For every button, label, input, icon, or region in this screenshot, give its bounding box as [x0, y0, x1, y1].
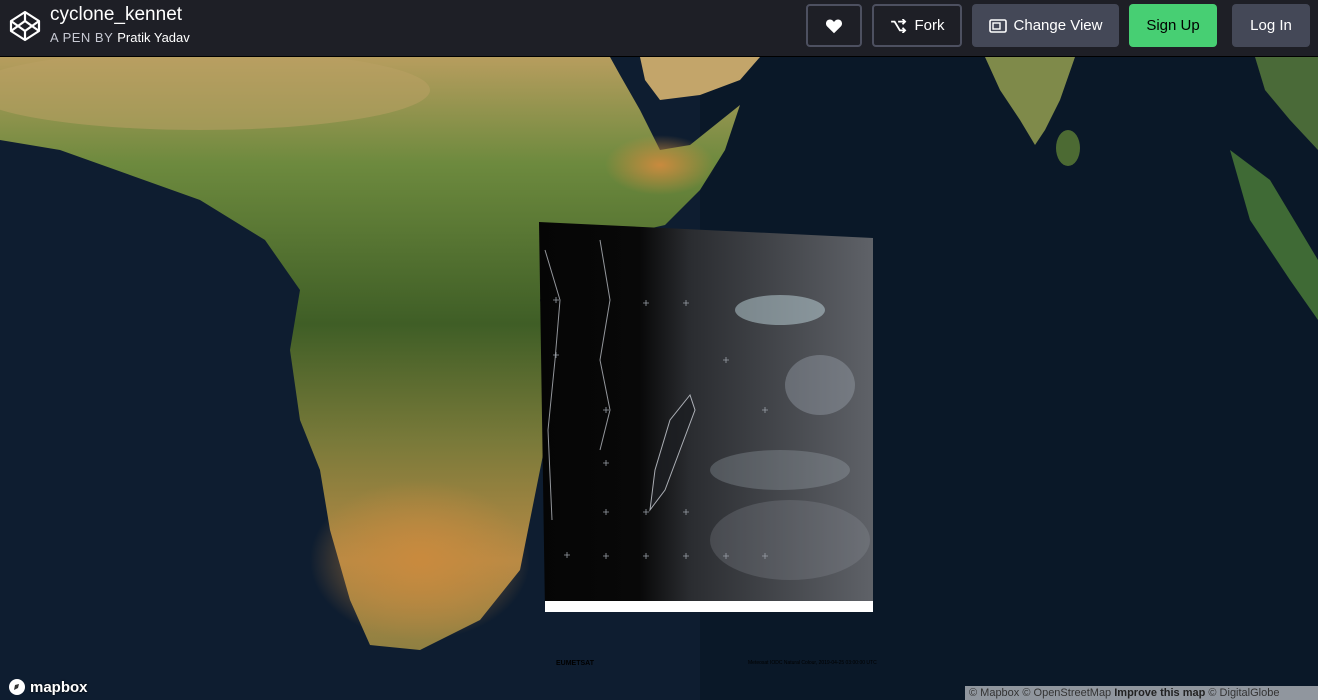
eumetsat-brand: EUMETSAT	[556, 660, 594, 667]
login-button[interactable]: Log In	[1232, 4, 1310, 47]
pen-title[interactable]: cyclone_kennet	[50, 4, 182, 26]
fork-label: Fork	[914, 17, 945, 34]
fork-button[interactable]: Fork	[872, 4, 962, 47]
cloud-band-north	[735, 295, 825, 325]
overlay-caption: Meteosat IODC Natural Colour, 2019-04-25…	[748, 660, 877, 666]
cloud-field	[710, 500, 870, 580]
attribution-digitalglobe[interactable]: © DigitalGlobe	[1208, 687, 1279, 699]
cyclone-cloud	[785, 355, 855, 415]
author-link[interactable]: Pratik Yadav	[117, 30, 190, 45]
pen-byline: A PEN BY Pratik Yadav	[50, 30, 190, 45]
mapbox-label: mapbox	[30, 678, 88, 696]
change-view-icon	[988, 18, 1007, 33]
cloud-band-south	[710, 450, 850, 490]
heart-button[interactable]	[806, 4, 862, 47]
kalahari-desert	[310, 480, 530, 640]
mapbox-logo-icon	[9, 679, 25, 695]
satellite-map[interactable]	[0, 57, 1318, 700]
byline-prefix: A PEN BY	[50, 30, 114, 45]
fork-icon	[890, 18, 906, 33]
codepen-logo-icon[interactable]	[9, 10, 41, 42]
signup-button[interactable]: Sign Up	[1129, 4, 1217, 47]
pen-header: cyclone_kennet A PEN BY Pratik Yadav Fork…	[0, 0, 1318, 57]
sri-lanka	[1056, 130, 1080, 166]
horn-desert	[605, 135, 715, 195]
attribution-osm[interactable]: © OpenStreetMap	[1022, 687, 1111, 699]
change-view-button[interactable]: Change View	[972, 4, 1119, 47]
improve-map-link[interactable]: Improve this map	[1114, 687, 1205, 699]
change-view-label: Change View	[1013, 17, 1103, 34]
heart-icon	[825, 18, 843, 33]
attribution-mapbox[interactable]: © Mapbox	[969, 687, 1019, 699]
mapbox-logo[interactable]: mapbox	[8, 678, 88, 696]
map-attribution: © Mapbox © OpenStreetMap Improve this ma…	[965, 686, 1318, 700]
overlay-caption-bar	[545, 601, 873, 612]
satellite-overlay	[539, 222, 873, 612]
map-canvas[interactable]	[0, 57, 1318, 700]
